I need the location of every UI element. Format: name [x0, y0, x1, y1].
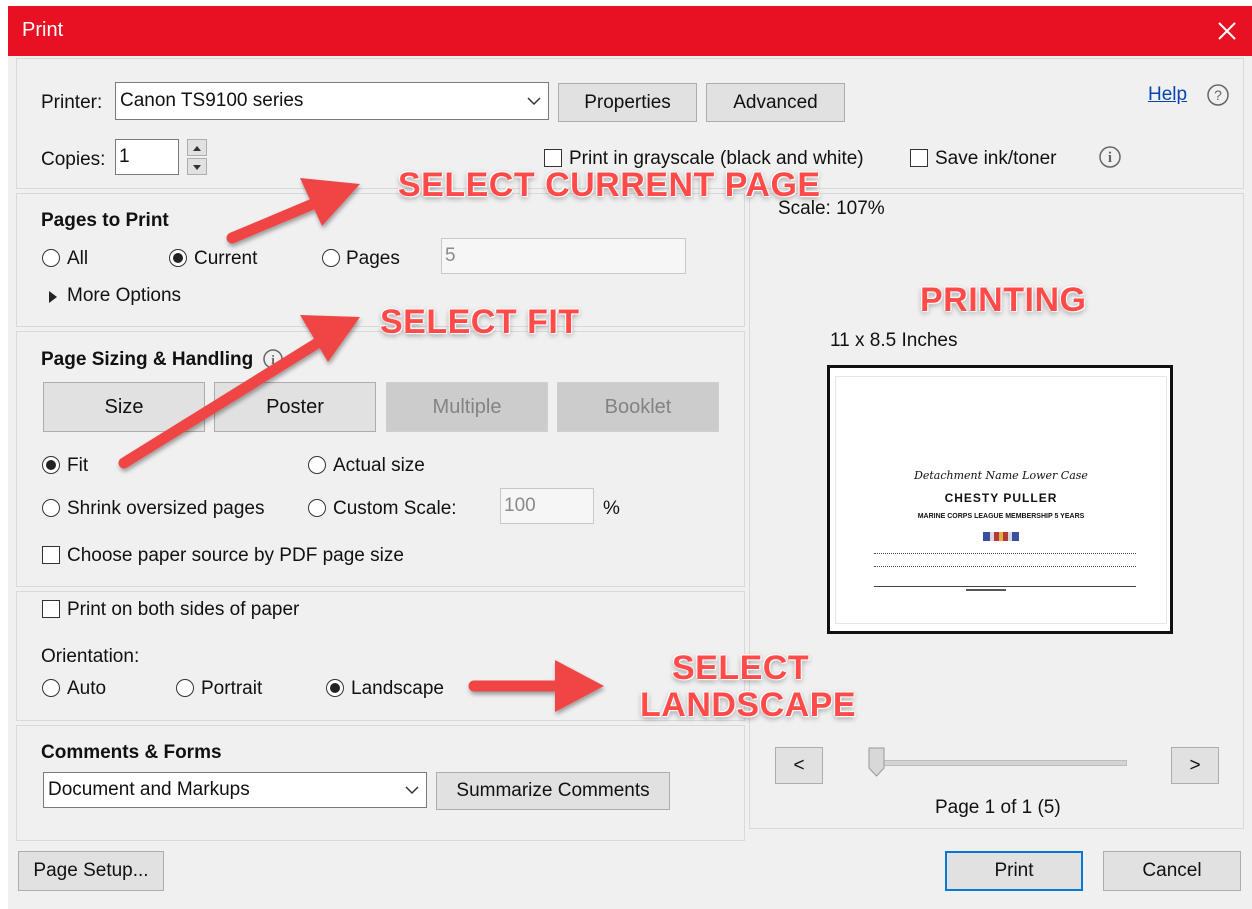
- advanced-button[interactable]: Advanced: [706, 83, 845, 122]
- both-sides-checkbox[interactable]: [42, 600, 60, 618]
- annotation-printing: PRINTING: [920, 281, 1087, 319]
- copies-value: 1: [119, 146, 130, 167]
- page-preview-content: Detachment Name Lower Case CHESTY PULLER…: [835, 376, 1167, 624]
- actual-size-label[interactable]: Actual size: [333, 455, 425, 477]
- percent-sign: %: [603, 498, 620, 519]
- page-preview: Detachment Name Lower Case CHESTY PULLER…: [827, 365, 1173, 634]
- doc-detachment-line: Detachment Name Lower Case: [914, 469, 1088, 482]
- save-ink-checkbox[interactable]: [910, 149, 928, 167]
- actual-size-radio[interactable]: [308, 456, 326, 474]
- copies-input[interactable]: 1: [115, 139, 179, 175]
- close-icon[interactable]: [1208, 12, 1246, 50]
- paper-source-label[interactable]: Choose paper source by PDF page size: [67, 545, 404, 567]
- orientation-landscape-label[interactable]: Landscape: [351, 678, 444, 700]
- paper-size-text: 11 x 8.5 Inches: [830, 330, 958, 351]
- tab-booklet[interactable]: Booklet: [557, 382, 719, 432]
- custom-scale-input[interactable]: 100: [500, 488, 594, 524]
- summarize-comments-button[interactable]: Summarize Comments: [436, 772, 670, 810]
- orientation-auto-label[interactable]: Auto: [67, 678, 106, 700]
- printer-select[interactable]: Canon TS9100 series: [115, 82, 549, 120]
- page-sizing-info-icon[interactable]: i: [262, 348, 284, 376]
- custom-scale-label[interactable]: Custom Scale:: [333, 498, 457, 520]
- printer-label: Printer:: [41, 92, 103, 113]
- annotation-select-landscape-line2: LANDSCAPE: [640, 686, 857, 724]
- window-title: Print: [22, 19, 64, 41]
- custom-scale-value: 100: [504, 495, 536, 516]
- properties-button[interactable]: Properties: [558, 83, 697, 122]
- doc-body-text: [874, 553, 1136, 567]
- pages-current-radio[interactable]: [169, 249, 187, 267]
- grayscale-checkbox[interactable]: [544, 149, 562, 167]
- help-link[interactable]: Help: [1148, 84, 1187, 106]
- copies-down-button[interactable]: [187, 158, 207, 175]
- doc-name-line: CHESTY PULLER: [944, 491, 1058, 505]
- annotation-select-current-page: SELECT CURRENT PAGE: [398, 166, 821, 204]
- tab-multiple[interactable]: Multiple: [386, 382, 548, 432]
- comments-forms-heading: Comments & Forms: [41, 742, 222, 763]
- print-button[interactable]: Print: [945, 851, 1083, 891]
- orientation-portrait-radio[interactable]: [176, 679, 194, 697]
- info-icon[interactable]: i: [1098, 145, 1122, 175]
- duplex-orientation-panel: Print on both sides of paper Orientation…: [16, 591, 745, 721]
- expand-triangle-icon[interactable]: [48, 288, 58, 310]
- pages-range-radio[interactable]: [322, 249, 340, 267]
- doc-ribbon-bar: [983, 532, 1019, 541]
- pages-all-radio[interactable]: [42, 249, 60, 267]
- help-icon[interactable]: ?: [1206, 83, 1230, 113]
- copies-label: Copies:: [41, 149, 106, 170]
- doc-signature-line: [874, 582, 1136, 587]
- page-slider-track[interactable]: [870, 760, 1127, 766]
- prev-page-button[interactable]: <: [775, 747, 823, 784]
- doc-signature-caption: [966, 589, 1006, 591]
- pages-all-label[interactable]: All: [67, 248, 88, 270]
- pages-to-print-heading: Pages to Print: [41, 210, 169, 231]
- svg-text:i: i: [1108, 150, 1112, 166]
- paper-source-checkbox[interactable]: [42, 546, 60, 564]
- page-sizing-panel: Page Sizing & Handling i Size Poster Mul…: [16, 331, 745, 587]
- pages-range-input[interactable]: 5: [441, 238, 686, 274]
- annotation-select-landscape-line1: SELECT: [672, 649, 810, 687]
- both-sides-label[interactable]: Print on both sides of paper: [67, 599, 299, 621]
- page-sizing-heading: Page Sizing & Handling: [41, 349, 254, 370]
- copies-up-button[interactable]: [187, 139, 207, 156]
- comments-forms-panel: Comments & Forms Document and Markups Su…: [16, 725, 745, 841]
- next-page-button[interactable]: >: [1171, 747, 1219, 784]
- tab-poster[interactable]: Poster: [214, 382, 376, 432]
- pages-range-value: 5: [445, 245, 456, 266]
- comments-forms-select[interactable]: Document and Markups: [43, 772, 427, 808]
- tab-size[interactable]: Size: [43, 382, 205, 432]
- cancel-button[interactable]: Cancel: [1103, 851, 1241, 891]
- pages-current-label[interactable]: Current: [194, 248, 257, 270]
- page-counter-text: Page 1 of 1 (5): [935, 797, 1061, 818]
- page-slider-thumb[interactable]: [868, 747, 885, 777]
- svg-text:?: ?: [1214, 87, 1222, 103]
- chevron-down-icon: [404, 773, 420, 819]
- page-setup-button[interactable]: Page Setup...: [18, 851, 164, 891]
- custom-scale-radio[interactable]: [308, 499, 326, 517]
- orientation-label: Orientation:: [41, 646, 140, 667]
- orientation-auto-radio[interactable]: [42, 679, 60, 697]
- title-bar: Print: [8, 6, 1252, 56]
- svg-text:i: i: [271, 352, 275, 367]
- shrink-oversized-radio[interactable]: [42, 499, 60, 517]
- more-options-toggle[interactable]: More Options: [67, 285, 181, 307]
- fit-radio[interactable]: [42, 456, 60, 474]
- chevron-down-icon: [526, 83, 542, 132]
- pages-range-label[interactable]: Pages: [346, 248, 400, 270]
- save-ink-label[interactable]: Save ink/toner: [935, 148, 1056, 170]
- orientation-landscape-radio[interactable]: [326, 679, 344, 697]
- shrink-oversized-label[interactable]: Shrink oversized pages: [67, 498, 265, 520]
- doc-membership-line: MARINE CORPS LEAGUE MEMBERSHIP 5 YEARS: [917, 513, 1085, 520]
- comments-forms-value: Document and Markups: [48, 779, 250, 800]
- orientation-portrait-label[interactable]: Portrait: [201, 678, 262, 700]
- fit-label[interactable]: Fit: [67, 455, 88, 477]
- annotation-select-fit: SELECT FIT: [380, 303, 580, 341]
- printer-select-value: Canon TS9100 series: [120, 90, 304, 111]
